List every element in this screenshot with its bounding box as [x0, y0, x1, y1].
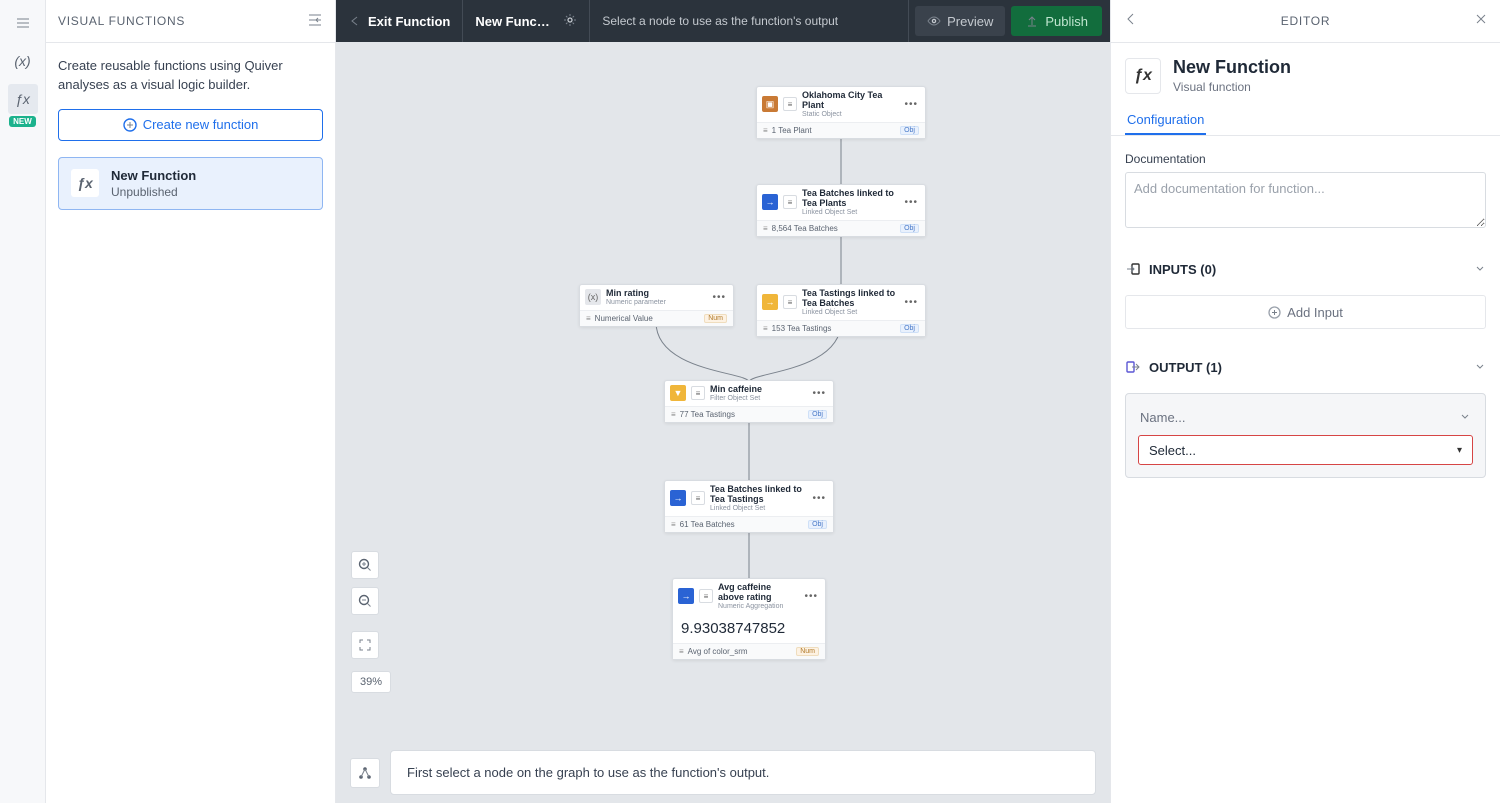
output-select-dropdown[interactable]: Select... ▾	[1138, 435, 1473, 465]
output-config-box: Name... Select... ▾	[1125, 393, 1486, 478]
chevron-down-icon[interactable]	[1474, 262, 1486, 277]
graph-canvas[interactable]: ▣ ≡ Oklahoma City Tea Plant Static Objec…	[336, 42, 1110, 803]
editor-title: EDITOR	[1281, 14, 1330, 28]
node-menu-icon[interactable]: •••	[810, 388, 828, 399]
chevron-down-icon[interactable]	[1474, 360, 1486, 375]
function-card-status: Unpublished	[111, 185, 196, 199]
graph-node[interactable]: → ≡ Tea Batches linked to Tea Tastings L…	[664, 480, 834, 533]
outputs-icon	[1125, 359, 1141, 375]
node-menu-icon[interactable]: •••	[710, 292, 728, 303]
graph-mode-button[interactable]	[350, 758, 380, 788]
sidebar: VISUAL FUNCTIONS Create reusable functio…	[46, 0, 336, 803]
bars-icon: ≡	[763, 324, 768, 333]
preview-button[interactable]: Preview	[915, 6, 1005, 36]
graph-node[interactable]: → ≡ Tea Tastings linked to Tea Batches L…	[756, 284, 926, 337]
function-name-breadcrumb[interactable]: New Functi...	[475, 14, 553, 29]
publish-button[interactable]: Publish	[1011, 6, 1102, 36]
fx-icon: ƒx	[1125, 58, 1161, 94]
variable-icon[interactable]: (x)	[8, 46, 38, 76]
create-function-button[interactable]: Create new function	[58, 109, 323, 141]
editor-function-name: New Function	[1173, 57, 1291, 78]
caret-down-icon: ▾	[1457, 445, 1462, 456]
fit-screen-button[interactable]	[351, 631, 379, 659]
node-menu-icon[interactable]: •••	[802, 591, 820, 602]
node-value: 9.93038747852	[673, 614, 825, 643]
fx-icon: ƒx	[71, 169, 99, 197]
link-icon: →	[762, 294, 778, 310]
row-icon: ≡	[699, 589, 713, 603]
fx-icon[interactable]: ƒx	[8, 84, 38, 114]
aggregation-icon: →	[678, 588, 694, 604]
node-menu-icon[interactable]: •••	[902, 297, 920, 308]
bars-icon: ≡	[671, 520, 676, 529]
menu-icon[interactable]	[8, 8, 38, 38]
canvas-area: Exit Function New Functi... Select a nod…	[336, 0, 1110, 803]
zoom-out-button[interactable]	[351, 587, 379, 615]
row-icon: ≡	[783, 97, 797, 111]
row-icon: ≡	[691, 386, 705, 400]
toolbar: Exit Function New Functi... Select a nod…	[336, 0, 1110, 42]
sidebar-title: VISUAL FUNCTIONS	[58, 14, 185, 28]
bars-icon: ≡	[763, 126, 768, 135]
node-menu-icon[interactable]: •••	[902, 197, 920, 208]
filter-icon: ▼	[670, 385, 686, 401]
row-icon: ≡	[783, 195, 797, 209]
documentation-textarea[interactable]	[1125, 172, 1486, 228]
editor-function-type: Visual function	[1173, 80, 1291, 94]
node-menu-icon[interactable]: •••	[902, 99, 920, 110]
new-badge: NEW	[9, 116, 36, 127]
bars-icon: ≡	[586, 314, 591, 323]
inputs-header: INPUTS (0)	[1149, 262, 1216, 277]
function-card-name: New Function	[111, 168, 196, 183]
link-icon: →	[670, 490, 686, 506]
add-input-button[interactable]: Add Input	[1125, 295, 1486, 329]
bars-icon: ≡	[763, 224, 768, 233]
collapse-sidebar-icon[interactable]	[307, 13, 323, 30]
parameter-icon: (x)	[585, 289, 601, 305]
link-icon: →	[762, 194, 778, 210]
zoom-in-button[interactable]	[351, 551, 379, 579]
row-icon: ≡	[691, 491, 705, 505]
bars-icon: ≡	[679, 647, 684, 656]
output-name-dropdown[interactable]: Name...	[1138, 406, 1473, 435]
row-icon: ≡	[783, 295, 797, 309]
graph-node[interactable]: → ≡ Avg caffeine above rating Numeric Ag…	[672, 578, 826, 660]
graph-node[interactable]: (x) Min rating Numeric parameter ••• ≡ N…	[579, 284, 734, 327]
icon-rail: (x) ƒx NEW	[0, 0, 46, 803]
zoom-controls: 39%	[351, 551, 391, 693]
back-icon[interactable]	[1123, 11, 1139, 32]
chevron-down-icon	[1459, 410, 1471, 425]
function-card[interactable]: ƒx New Function Unpublished	[58, 157, 323, 210]
graph-node[interactable]: ▣ ≡ Oklahoma City Tea Plant Static Objec…	[756, 86, 926, 139]
hint-message: First select a node on the graph to use …	[390, 750, 1096, 795]
outputs-header: OUTPUT (1)	[1149, 360, 1222, 375]
graph-node[interactable]: ▼ ≡ Min caffeine Filter Object Set ••• ≡…	[664, 380, 834, 423]
node-menu-icon[interactable]: •••	[810, 493, 828, 504]
sidebar-description: Create reusable functions using Quiver a…	[58, 57, 323, 95]
documentation-label: Documentation	[1125, 152, 1486, 166]
toolbar-help-text: Select a node to use as the function's o…	[590, 0, 909, 42]
tab-configuration[interactable]: Configuration	[1125, 104, 1206, 135]
zoom-percentage: 39%	[351, 671, 391, 693]
gear-icon[interactable]	[563, 13, 577, 30]
bars-icon: ≡	[671, 410, 676, 419]
graph-node[interactable]: → ≡ Tea Batches linked to Tea Plants Lin…	[756, 184, 926, 237]
inputs-icon	[1125, 261, 1141, 277]
close-icon[interactable]	[1474, 12, 1488, 31]
exit-function-button[interactable]: Exit Function	[348, 14, 450, 29]
object-icon: ▣	[762, 96, 778, 112]
editor-panel: EDITOR ƒx New Function Visual function C…	[1110, 0, 1500, 803]
